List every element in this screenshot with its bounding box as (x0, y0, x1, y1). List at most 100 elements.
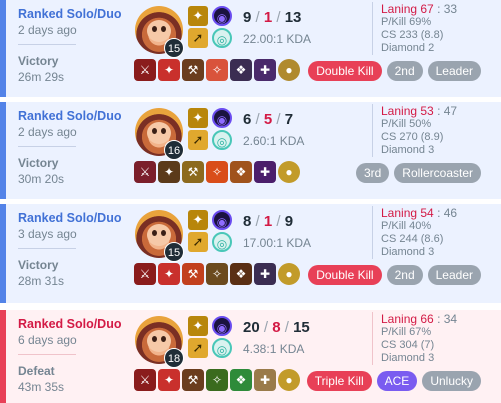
item-icon[interactable]: ⚔ (134, 263, 156, 285)
match-duration: 30m 20s (18, 172, 65, 186)
item-icon[interactable]: ❖ (230, 161, 252, 183)
laning-score: Laning 53 : 47 (381, 104, 458, 118)
kda-ratio: 2.60:1 KDA (243, 134, 305, 148)
queue-type: Ranked Solo/Duo (18, 317, 122, 331)
item-icon[interactable]: ❖ (230, 59, 252, 81)
trinket-ward-icon[interactable]: ● (278, 369, 300, 391)
match-card[interactable]: Ranked Solo/Duo 6 days ago Defeat 43m 35… (0, 310, 501, 403)
secondary-rune-icon[interactable]: ◎ (212, 130, 232, 150)
assists: 7 (284, 111, 294, 128)
kda-score: 6 / 5 / 7 (243, 111, 294, 128)
achievement-badge: Leader (427, 265, 481, 285)
item-icon[interactable]: ✧ (206, 161, 228, 183)
item-icon[interactable]: ⚔ (134, 161, 156, 183)
badge-group: Triple Kill ACE Unlucky (306, 371, 481, 391)
creep-score: CS 233 (8.8) (381, 29, 444, 41)
primary-rune-icon[interactable]: ◉ (212, 210, 232, 230)
badge-group: Double Kill 2nd Leader (308, 61, 481, 81)
match-result: Victory (18, 258, 59, 272)
laning-stats: Laning 53 : 47 P/Kill 50% CS 270 (8.9) D… (372, 104, 501, 157)
creep-score: CS 244 (8.6) (381, 233, 444, 245)
achievement-badge: 2nd (386, 61, 423, 81)
kill-participation: P/Kill 50% (381, 118, 432, 130)
achievement-badge: Leader (427, 61, 481, 81)
kda-score: 8 / 1 / 9 (243, 213, 294, 230)
deaths: 1 (263, 213, 273, 230)
assists: 13 (284, 9, 302, 26)
primary-rune-icon[interactable]: ◉ (212, 6, 232, 26)
item-icon[interactable]: ⚔ (134, 59, 156, 81)
item-icon[interactable]: ✚ (254, 263, 276, 285)
secondary-rune-icon[interactable]: ◎ (212, 232, 232, 252)
item-icon[interactable]: ✦ (158, 59, 180, 81)
primary-rune-icon[interactable]: ◉ (212, 108, 232, 128)
laning-stats: Laning 54 : 46 P/Kill 40% CS 244 (8.6) D… (372, 206, 501, 259)
ignite-spell-icon[interactable]: ➚ (188, 28, 208, 48)
queue-type: Ranked Solo/Duo (18, 109, 122, 123)
item-icon[interactable]: ❖ (230, 263, 252, 285)
flash-spell-icon[interactable]: ✦ (188, 108, 208, 128)
badge-group: 3rd Rollercoaster (355, 163, 481, 183)
laning-stats: Laning 67 : 33 P/Kill 69% CS 233 (8.8) D… (372, 2, 501, 55)
kills: 20 (243, 319, 260, 336)
secondary-rune-icon[interactable]: ◎ (212, 28, 232, 48)
item-icon[interactable]: ✧ (206, 263, 228, 285)
item-icon[interactable]: ✚ (254, 161, 276, 183)
flash-spell-icon[interactable]: ✦ (188, 316, 208, 336)
achievement-badge: Rollercoaster (394, 163, 481, 183)
kda-score: 9 / 1 / 13 (243, 9, 302, 26)
secondary-rune-icon[interactable]: ◎ (212, 338, 232, 358)
kill-participation: P/Kill 40% (381, 220, 432, 232)
item-icon[interactable]: ✦ (158, 161, 180, 183)
champion-level: 15 (164, 242, 184, 262)
item-icon[interactable]: ✚ (254, 59, 276, 81)
item-icon[interactable]: ✚ (254, 369, 276, 391)
achievement-badge: Unlucky (422, 371, 481, 391)
trinket-ward-icon[interactable]: ● (278, 161, 300, 183)
flash-spell-icon[interactable]: ✦ (188, 6, 208, 26)
flash-spell-icon[interactable]: ✦ (188, 210, 208, 230)
match-card[interactable]: Ranked Solo/Duo 3 days ago Victory 28m 3… (0, 204, 501, 303)
champion-level: 18 (164, 348, 184, 368)
badge-group: Double Kill 2nd Leader (308, 265, 481, 285)
divider (18, 354, 76, 355)
trinket-ward-icon[interactable]: ● (278, 263, 300, 285)
divider (18, 44, 76, 45)
time-ago: 3 days ago (18, 227, 77, 241)
deaths: 5 (263, 111, 273, 128)
item-icon[interactable]: ⚒ (182, 161, 204, 183)
item-icon[interactable]: ⚔ (134, 369, 156, 391)
kda-score: 20 / 8 / 15 (243, 319, 310, 336)
ignite-spell-icon[interactable]: ➚ (188, 232, 208, 252)
match-card[interactable]: Ranked Solo/Duo 2 days ago Victory 26m 2… (0, 0, 501, 97)
achievement-badge: Double Kill (308, 61, 382, 81)
item-icon[interactable]: ⚒ (182, 263, 204, 285)
assists: 15 (293, 319, 310, 336)
laning-score: Laning 67 : 33 (381, 2, 458, 16)
achievement-badge: 2nd (386, 265, 423, 285)
item-icon[interactable]: ⚒ (182, 59, 204, 81)
item-icon[interactable]: ❖ (230, 369, 252, 391)
item-icon[interactable]: ✦ (158, 263, 180, 285)
trinket-ward-icon[interactable]: ● (278, 59, 300, 81)
primary-rune-icon[interactable]: ◉ (212, 316, 232, 336)
queue-type: Ranked Solo/Duo (18, 211, 122, 225)
average-rank: Diamond 3 (381, 246, 435, 258)
item-icon[interactable]: ✧ (206, 369, 228, 391)
ignite-spell-icon[interactable]: ➚ (188, 130, 208, 150)
match-card[interactable]: Ranked Solo/Duo 2 days ago Victory 30m 2… (0, 102, 501, 199)
match-duration: 26m 29s (18, 70, 65, 84)
kills: 8 (243, 213, 252, 230)
match-result: Defeat (18, 364, 55, 378)
achievement-badge: Triple Kill (306, 371, 372, 391)
champion-level: 16 (164, 140, 184, 160)
item-icon[interactable]: ⚒ (182, 369, 204, 391)
kill-participation: P/Kill 69% (381, 16, 432, 28)
item-icon[interactable]: ✧ (206, 59, 228, 81)
item-icon[interactable]: ✦ (158, 369, 180, 391)
laning-stats: Laning 66 : 34 P/Kill 67% CS 304 (7) Dia… (372, 312, 501, 365)
achievement-badge: 3rd (355, 163, 390, 183)
deaths: 8 (272, 319, 281, 336)
kda-ratio: 4.38:1 KDA (243, 342, 305, 356)
ignite-spell-icon[interactable]: ➚ (188, 338, 208, 358)
